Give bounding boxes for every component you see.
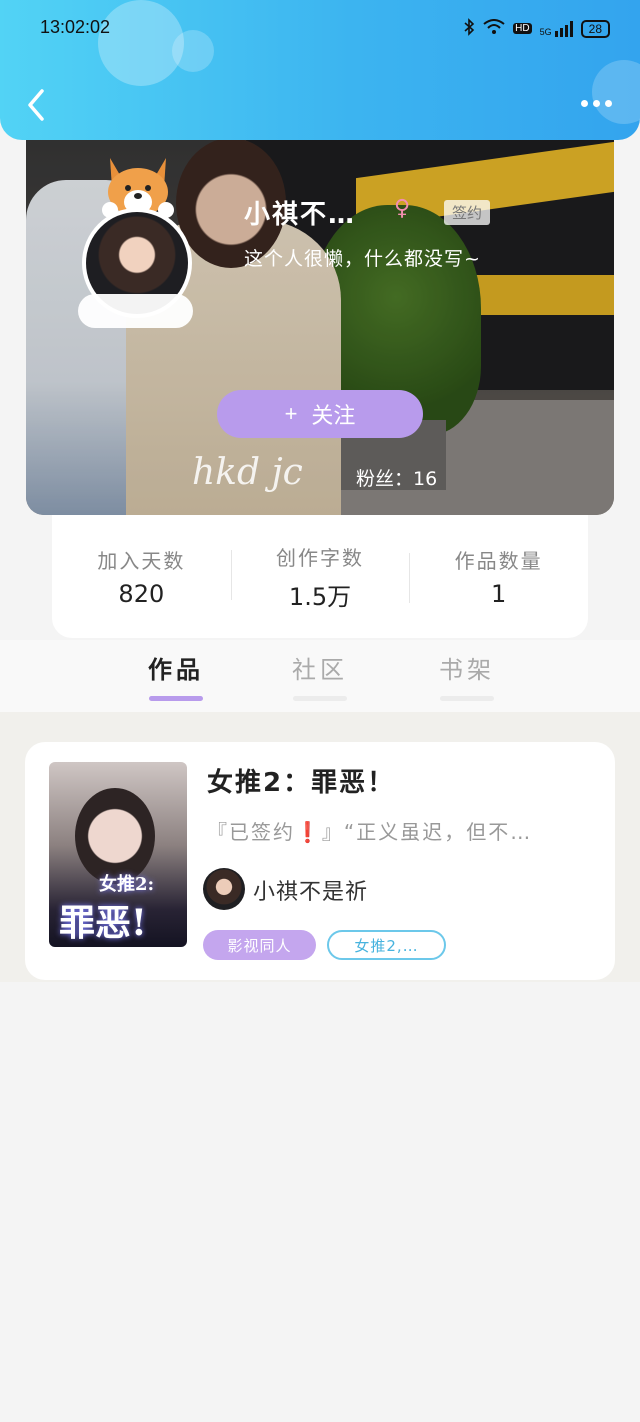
tab-bookshelf[interactable]: 书架 [422, 650, 512, 685]
signed-badge: 签约 [444, 200, 491, 225]
stat-value: 1 [491, 580, 507, 608]
author-avatar[interactable] [203, 868, 245, 910]
tab-bar: 作品 社区 书架 [0, 640, 640, 712]
stat-value: 1.5万 [288, 582, 352, 611]
hd-badge: HD [513, 23, 532, 34]
work-description: 『已签约❗』“正义虽迟，但不… [207, 816, 597, 845]
decor-bubble [592, 60, 640, 124]
stat-join-days: 加入天数 820 [52, 545, 231, 608]
tag-series[interactable]: 女推2,… [327, 930, 446, 960]
book-cover[interactable]: 女推2: 罪恶! [49, 762, 187, 947]
chevron-left-icon [28, 89, 44, 121]
stat-value: 820 [118, 580, 165, 608]
tab-works[interactable]: 作品 [131, 650, 221, 685]
more-button[interactable] [581, 100, 612, 107]
fans-count[interactable]: 粉丝：16 [356, 464, 437, 491]
stat-works-count: 作品数量 1 [409, 545, 588, 608]
top-header: 13:02:02 HD 5G 28 [0, 0, 640, 140]
cloud-decoration [78, 294, 193, 328]
tag-category[interactable]: 影视同人 [203, 930, 316, 960]
desc-suffix: 』“正义虽迟，但不… [321, 820, 533, 844]
follow-label: 关注 [311, 403, 356, 428]
author-name[interactable]: 小祺不是祈 [253, 874, 368, 906]
more-dot [605, 100, 612, 107]
follow-button[interactable]: + 关注 [217, 390, 423, 438]
tab-indicator [293, 696, 347, 701]
tab-indicator [440, 696, 494, 701]
female-icon: ♀ [394, 196, 411, 221]
desc-prefix: 『已签约 [207, 820, 295, 844]
back-button[interactable] [22, 88, 52, 122]
watermark: hkd jc [192, 452, 303, 493]
battery-icon: 28 [580, 19, 610, 38]
status-time: 13:02:02 [40, 17, 111, 37]
more-dot [581, 100, 588, 107]
status-icons: HD 5G 28 [463, 18, 610, 39]
stat-label: 加入天数 [97, 549, 186, 573]
profile-banner: 小祺不… ♀ 签约 这个人很懒，什么都没写~ + 关注 hkd jc 粉丝：16 [26, 120, 614, 515]
cover-title-line: 罪恶! [59, 902, 147, 944]
stat-label: 作品数量 [454, 549, 543, 573]
active-tab-indicator [149, 696, 203, 701]
fans-label: 粉丝： [356, 468, 414, 490]
profile-name: 小祺不… [244, 200, 357, 230]
exclamation-icon: ❗ [295, 820, 322, 844]
avatar[interactable] [78, 152, 208, 328]
decor-bubble [98, 0, 184, 86]
plus-icon: + [284, 401, 298, 426]
fans-value: 16 [413, 468, 438, 490]
network-type: 5G [539, 26, 552, 37]
cover-title-line: 女推2: [99, 874, 155, 895]
work-title[interactable]: 女推2：罪恶！ [207, 762, 395, 799]
more-dot [593, 100, 600, 107]
stat-label: 创作字数 [276, 545, 364, 570]
cover-title: 女推2: 罪恶! [59, 870, 154, 946]
decor-bubble [172, 30, 214, 72]
tab-community[interactable]: 社区 [275, 650, 365, 685]
profile-bio: 这个人很懒，什么都没写~ [244, 248, 481, 270]
stat-word-count: 创作字数 1.5万 [230, 542, 410, 612]
work-card[interactable]: 女推2: 罪恶! 女推2：罪恶！ 『已签约❗』“正义虽迟，但不… 小祺不是祈 影… [25, 742, 615, 980]
signal-icon: 5G [539, 20, 573, 37]
stats-card: 加入天数 820 创作字数 1.5万 作品数量 1 [52, 515, 588, 638]
wifi-icon [483, 19, 505, 38]
bluetooth-icon [463, 18, 475, 39]
